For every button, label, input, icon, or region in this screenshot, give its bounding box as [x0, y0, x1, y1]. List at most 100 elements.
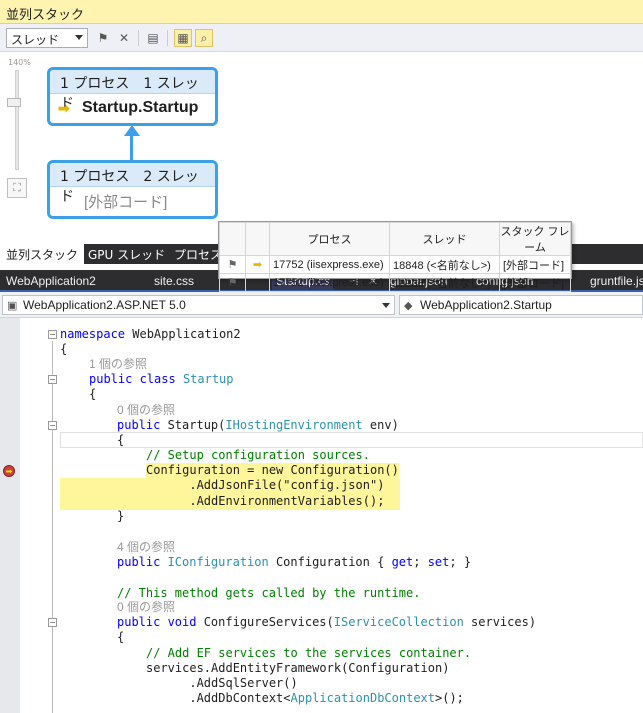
keyword: get: [391, 555, 414, 569]
reference-count[interactable]: 4 個の参照: [117, 540, 175, 555]
code-line[interactable]: // This method gets called by the runtim…: [117, 586, 420, 601]
stack-node-external[interactable]: 1 プロセス 2 スレッド [外部コード]: [47, 160, 218, 219]
threads-table: プロセス スレッド スタック フレーム ⚑ ➡ 17752 (iisexpres…: [219, 222, 571, 292]
chevron-down-icon: [75, 35, 83, 40]
reference-count-label: 1 個の参照: [89, 357, 148, 371]
show-external-code-icon[interactable]: ▦: [174, 29, 192, 47]
frame-cell: [外部コード]: [499, 255, 571, 274]
collapse-icon[interactable]: −: [48, 421, 57, 430]
identifier: .AddDbContext<: [146, 691, 291, 705]
stack-frame-label: [外部コード]: [84, 193, 168, 211]
code-line[interactable]: {: [60, 342, 67, 357]
stack-frame[interactable]: [外部コード]: [50, 187, 215, 215]
table-row[interactable]: ⚑ 17752 (iisexpress.exe) 19936 (<名前なし>) …: [219, 273, 571, 292]
comment: // This method gets called by the runtim…: [117, 586, 421, 600]
stack-node-startup[interactable]: 1 プロセス 1 スレッド ➡ Startup.Startup: [47, 67, 218, 126]
current-line-highlight: [60, 432, 643, 448]
collapse-icon[interactable]: −: [48, 618, 57, 627]
type-dropdown-value: WebApplication2.Startup: [420, 298, 552, 312]
code-line[interactable]: {: [117, 630, 124, 645]
code-line[interactable]: .AddDbContext<ApplicationDbContext>();: [146, 691, 464, 706]
identifier: Configuration {: [268, 555, 392, 569]
thread-cell: 19936 (<名前なし>): [389, 273, 500, 292]
auto-scroll-icon[interactable]: ⌕: [195, 29, 213, 47]
frame-column-header: スタック フレーム: [499, 222, 571, 256]
keyword: public void: [117, 615, 197, 629]
view-mode-select[interactable]: スレッド: [6, 28, 88, 48]
keyword: public class: [89, 372, 176, 386]
tab-parallel-stacks[interactable]: 並列スタック: [0, 244, 85, 264]
toolbar-separator: [138, 30, 139, 46]
keyword: public: [117, 418, 161, 432]
process-cell: 17752 (iisexpress.exe): [269, 273, 390, 292]
flag-icon[interactable]: ⚑: [219, 273, 246, 292]
current-thread-arrow-icon: ➡: [245, 255, 270, 274]
code-line-current[interactable]: Configuration = new Configuration(): [146, 463, 399, 478]
code-line[interactable]: services.AddEntityFramework(Configuratio…: [146, 661, 449, 676]
reference-count[interactable]: 0 個の参照: [117, 403, 175, 418]
process-column-header: プロセス: [269, 222, 390, 256]
threads-tooltip: プロセス スレッド スタック フレーム ⚑ ➡ 17752 (iisexpres…: [218, 221, 572, 292]
reference-count[interactable]: 0 個の参照: [117, 600, 175, 615]
tab-gruntfile-js[interactable]: gruntfile.js: [586, 272, 643, 290]
keyword: set: [427, 555, 450, 569]
code-line[interactable]: {: [89, 387, 96, 402]
view-mode-value: スレッド: [11, 33, 60, 47]
collapse-icon[interactable]: −: [48, 330, 57, 339]
code-line[interactable]: public IConfiguration Configuration { ge…: [117, 555, 471, 570]
type-name: IHostingEnvironment: [225, 418, 363, 432]
keyword: public: [117, 555, 161, 569]
tab-site-css[interactable]: site.css: [150, 272, 198, 290]
code-line[interactable]: {: [117, 433, 124, 448]
tab-gpu-threads[interactable]: GPU スレッド: [82, 244, 171, 264]
type-name: IConfiguration: [160, 555, 269, 569]
flag-icon[interactable]: ⚑: [219, 255, 246, 274]
code-line[interactable]: }: [117, 509, 124, 524]
tab-webapplication2[interactable]: WebApplication2: [2, 272, 100, 290]
code-line-current[interactable]: .AddJsonFile("config.json"): [146, 478, 385, 493]
breakpoint-current-icon[interactable]: ➡: [3, 465, 15, 477]
code-line[interactable]: .AddSqlServer(): [146, 676, 297, 691]
stack-node-header: 1 プロセス 1 スレッド: [50, 70, 215, 112]
identifier: Startup(: [160, 418, 226, 432]
zoom-fit-icon[interactable]: ⛶: [7, 178, 27, 198]
current-column-header: [245, 222, 270, 256]
project-dropdown[interactable]: ▣ WebApplication2.ASP.NET 5.0: [2, 295, 395, 315]
stack-frame[interactable]: ➡ Startup.Startup: [50, 94, 215, 122]
identifier: >();: [435, 691, 464, 705]
code-line[interactable]: namespace WebApplication2: [60, 327, 241, 342]
reference-count[interactable]: 1 個の参照: [89, 357, 147, 372]
chevron-down-icon: [382, 303, 390, 308]
connector-arrow-line: [130, 134, 133, 161]
reference-count-label: 4 個の参照: [117, 540, 176, 554]
identifier: services): [463, 615, 537, 629]
project-dropdown-value: WebApplication2.ASP.NET 5.0: [23, 298, 186, 312]
code-line[interactable]: public void ConfigureServices(IServiceCo…: [117, 615, 536, 630]
code-line[interactable]: // Setup configuration sources.: [146, 448, 370, 463]
collapse-icon[interactable]: −: [48, 375, 57, 384]
code-line[interactable]: // Add EF services to the services conta…: [146, 646, 471, 661]
code-line[interactable]: public Startup(IHostingEnvironment env): [117, 418, 399, 433]
code-line[interactable]: public class Startup: [89, 372, 234, 387]
unflag-icon[interactable]: ✕: [115, 29, 133, 47]
table-row[interactable]: ⚑ ➡ 17752 (iisexpress.exe) 18848 (<名前なし>…: [219, 255, 571, 274]
table-header-row: プロセス スレッド スタック フレーム: [219, 222, 571, 256]
identifier: WebApplication2: [125, 327, 241, 341]
toolbar-separator: [167, 30, 168, 46]
identifier: env): [362, 418, 399, 432]
zoom-slider[interactable]: [15, 70, 19, 170]
reference-count-label: 0 個の参照: [117, 600, 176, 614]
zoom-slider-thumb[interactable]: [7, 98, 21, 107]
outline-line: [52, 341, 53, 713]
type-dropdown[interactable]: ◆ WebApplication2.Startup: [399, 295, 643, 315]
code-line-current[interactable]: .AddEnvironmentVariables();: [146, 494, 385, 509]
parallel-stacks-title: 並列スタック: [0, 0, 643, 24]
method-view-icon[interactable]: ▤: [144, 29, 162, 47]
type-name: IServiceCollection: [333, 615, 464, 629]
frame-cell: [外部コード]: [499, 273, 571, 292]
class-icon: ◆: [404, 300, 413, 312]
flag-column-header: [219, 222, 246, 256]
editor-gutter[interactable]: [0, 318, 20, 713]
flag-icon[interactable]: ⚑: [94, 29, 112, 47]
current-frame-arrow-icon: ➡: [58, 99, 70, 116]
